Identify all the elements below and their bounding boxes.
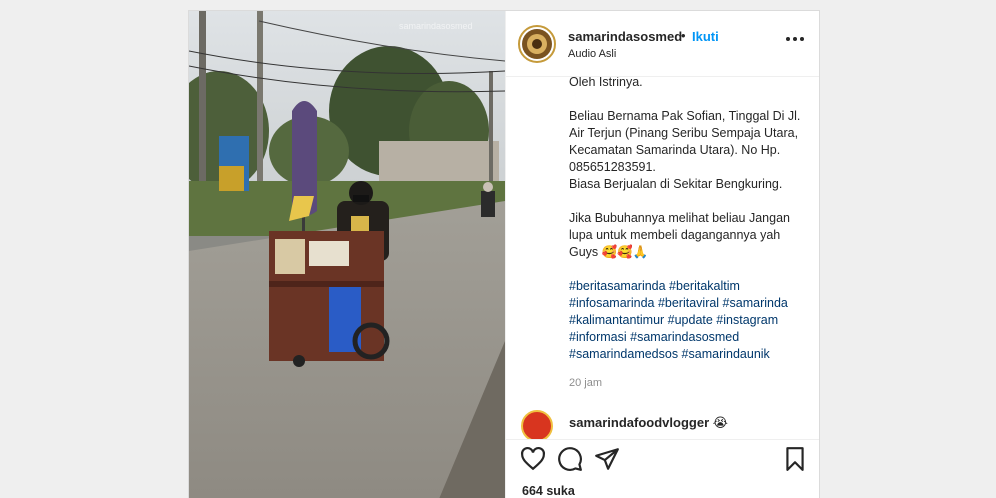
caption-line: Guys 🥰🥰🙏 bbox=[569, 245, 649, 259]
comment-avatar[interactable] bbox=[521, 410, 553, 439]
hashtag-line[interactable]: #beritasamarinda #beritakaltim bbox=[569, 278, 819, 295]
more-options-icon[interactable] bbox=[786, 37, 804, 43]
caption-text: Oleh Istrinya. Beliau Bernama Pak Sofian… bbox=[569, 77, 819, 363]
caption-line: Jika Bubuhannya melihat beliau Jangan bbox=[569, 211, 790, 225]
header-separator: • bbox=[681, 28, 686, 43]
action-bar: 664 suka bbox=[506, 439, 819, 498]
caption-line: Biasa Berjualan di Sekitar Bengkuring. bbox=[569, 177, 783, 191]
caption-line: lupa untuk membeli dagangannya yah bbox=[569, 228, 781, 242]
avatar[interactable] bbox=[518, 25, 556, 63]
post-timestamp[interactable]: 20 jam bbox=[569, 377, 602, 389]
share-icon[interactable] bbox=[594, 446, 620, 472]
post-side-panel: samarindasosmed • Ikuti Audio Asli Oleh … bbox=[505, 11, 819, 498]
caption-line: Oleh Istrinya. bbox=[569, 77, 643, 89]
likes-count[interactable]: 664 suka bbox=[522, 484, 575, 498]
post-header: samarindasosmed • Ikuti Audio Asli bbox=[506, 11, 819, 77]
street-vendor-photo: samarindasosmed bbox=[189, 11, 505, 498]
heart-icon[interactable] bbox=[520, 446, 546, 472]
caption-line: Beliau Bernama Pak Sofian, Tinggal Di Jl… bbox=[569, 109, 801, 123]
caption-line: 085651283591. bbox=[569, 160, 656, 174]
profile-logo-icon bbox=[522, 29, 552, 59]
hashtag-line[interactable]: #kalimantantimur #update #instagram bbox=[569, 312, 819, 329]
audio-label[interactable]: Audio Asli bbox=[568, 48, 616, 60]
svg-text:samarindasosmed: samarindasosmed bbox=[399, 21, 473, 31]
instagram-post: samarindasosmed samarindasosmed • Ikuti … bbox=[188, 10, 820, 498]
follow-button[interactable]: Ikuti bbox=[692, 29, 719, 44]
caption-line: Kecamatan Samarinda Utara). No Hp. bbox=[569, 143, 781, 157]
hashtag-line[interactable]: #samarindamedsos #samarindaunik bbox=[569, 346, 819, 363]
comment-icon[interactable] bbox=[557, 446, 583, 472]
comment-username[interactable]: samarindafoodvlogger 😭 bbox=[569, 415, 728, 431]
post-author-username[interactable]: samarindasosmed bbox=[568, 29, 682, 44]
hashtag-line[interactable]: #informasi #samarindasosmed bbox=[569, 329, 819, 346]
bookmark-icon[interactable] bbox=[782, 446, 808, 472]
caption-line: Air Terjun (Pinang Seribu Sempaja Utara, bbox=[569, 126, 799, 140]
post-photo[interactable]: samarindasosmed bbox=[189, 11, 505, 498]
hashtag-line[interactable]: #infosamarinda #beritaviral #samarinda bbox=[569, 295, 819, 312]
caption-area: Oleh Istrinya. Beliau Bernama Pak Sofian… bbox=[506, 77, 819, 439]
